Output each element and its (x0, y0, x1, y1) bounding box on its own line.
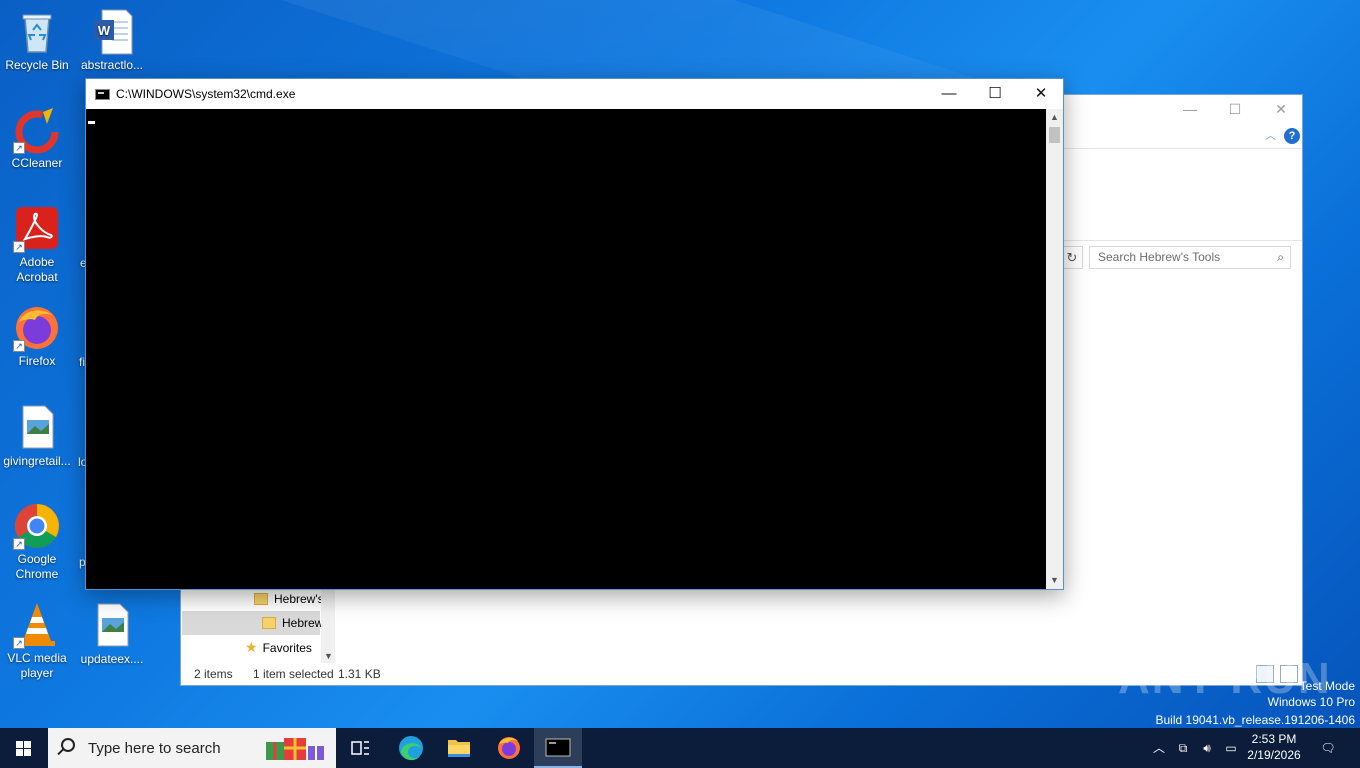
explorer-maximize-button[interactable]: ☐ (1212, 95, 1258, 123)
taskbar-cmd[interactable] (534, 728, 582, 768)
console-icon (95, 89, 110, 100)
desktop-icon-label: Recycle Bin (5, 58, 69, 72)
windows-logo-tile (24, 749, 31, 756)
taskbar-search-box[interactable]: Type here to search (48, 728, 336, 768)
ribbon-collapse-icon[interactable]: ︿ (1265, 127, 1276, 143)
taskbar-edge[interactable] (386, 728, 434, 768)
cmd-scrollbar[interactable]: ▲ ▼ (1046, 109, 1063, 589)
nav-pane-scrollbar[interactable]: ▼ (321, 585, 335, 663)
star-icon: ★ (245, 639, 258, 655)
shortcut-arrow-icon: ↗ (13, 241, 25, 253)
gift-boxes-icon (266, 738, 324, 760)
folder-icon (254, 593, 268, 605)
taskbar-firefox[interactable] (485, 728, 533, 768)
desktop-icon-label: abstractlo... (80, 58, 144, 72)
word-document-icon: W (88, 8, 136, 56)
scroll-thumb[interactable] (1049, 127, 1060, 143)
shortcut-arrow-icon: ↗ (13, 142, 25, 154)
cmd-minimize-button[interactable]: — (926, 79, 972, 109)
desktop-icon-label: Adobe Acrobat (16, 255, 58, 284)
taskbar-file-explorer[interactable] (435, 728, 483, 768)
cmd-title-bar[interactable]: C:\WINDOWS\system32\cmd.exe — ☐ ✕ (86, 79, 1063, 109)
nav-item-label: Hebrew (282, 616, 324, 630)
ccleaner-icon: ↗ (13, 106, 61, 154)
edge-icon (399, 736, 423, 761)
nav-item-hebrew[interactable]: Hebrew (262, 612, 323, 634)
windows-logo-tile (16, 749, 23, 756)
desktop-icon-label: givingretail... (3, 454, 71, 468)
search-placeholder: Search Hebrew's Tools (1098, 250, 1221, 264)
svg-text:W: W (98, 23, 111, 38)
status-item-count: 2 items (194, 667, 233, 681)
recycle-bin-icon (13, 8, 61, 56)
status-size: 1.31 KB (338, 667, 381, 681)
clock-time: 2:53 PM (1251, 732, 1297, 746)
firefox-icon: ↗ (13, 304, 61, 352)
chevron-down-icon[interactable]: ▼ (1046, 572, 1063, 589)
image-file-icon (88, 602, 136, 650)
search-icon (61, 738, 75, 752)
notifications-icon[interactable]: 🗨︎ (1316, 728, 1340, 768)
desktop-icon-recycle-bin[interactable]: Recycle Bin (1, 8, 73, 73)
windows-edition-label: Windows 10 Pro (1267, 695, 1355, 709)
test-mode-label: Test Mode (1299, 679, 1355, 693)
desktop-icon-adobe-acrobat[interactable]: ↗ Adobe Acrobat (1, 205, 73, 285)
desktop-icon-abstractlo[interactable]: W abstractlo... (76, 8, 148, 73)
image-file-icon (13, 404, 61, 452)
taskbar: Type here to search ︿ ⧉ 🔊︎ ▭ 2:53 PM 2/1… (0, 728, 1360, 768)
nav-item-label: Favorites (262, 641, 312, 655)
cmd-maximize-button[interactable]: ☐ (972, 79, 1018, 109)
explorer-close-button[interactable]: ✕ (1258, 95, 1304, 123)
clock-date: 2/19/2026 (1247, 748, 1301, 762)
nav-item-favorites[interactable]: ★ Favorites (245, 636, 312, 658)
explorer-minimize-button[interactable]: — (1167, 95, 1213, 123)
windows-logo-icon (16, 741, 23, 748)
meet-now-icon[interactable]: ⧉ (1172, 728, 1194, 768)
chevron-down-icon[interactable]: ▼ (324, 651, 333, 661)
task-view-icon (351, 741, 369, 755)
shortcut-arrow-icon: ↗ (13, 637, 25, 649)
shortcut-arrow-icon: ↗ (13, 340, 25, 352)
taskbar-search-placeholder: Type here to search (88, 740, 221, 757)
cmd-console-area[interactable] (86, 109, 1047, 589)
text-cursor (88, 121, 95, 124)
task-view-button[interactable] (336, 728, 384, 768)
vlc-icon: ↗ (13, 601, 61, 649)
chevron-up-icon[interactable]: ▲ (1046, 109, 1063, 126)
nav-item-label: Hebrew's (274, 592, 324, 606)
desktop-icon-google-chrome[interactable]: ↗ Google Chrome (1, 502, 73, 582)
explorer-search-input[interactable]: Search Hebrew's Tools ⌕ (1089, 246, 1291, 269)
desktop-icon-updateex[interactable]: updateex.... (76, 602, 148, 667)
status-selection: 1 item selected (253, 667, 334, 681)
desktop-icon-label: Firefox (18, 354, 56, 368)
desktop-icon-label: Google Chrome (15, 552, 59, 581)
console-icon (545, 738, 571, 757)
nav-item-hebrews[interactable]: Hebrew's (254, 588, 324, 610)
cmd-window[interactable]: C:\WINDOWS\system32\cmd.exe — ☐ ✕ ▲ ▼ (85, 78, 1064, 590)
taskbar-clock[interactable]: 2:53 PM 2/19/2026 (1238, 731, 1310, 763)
desktop-icon-ccleaner[interactable]: ↗ CCleaner (1, 106, 73, 171)
start-button[interactable] (0, 728, 48, 768)
windows-logo-tile (24, 741, 31, 748)
shortcut-arrow-icon: ↗ (13, 538, 25, 550)
desktop-icon-label: CCleaner (11, 156, 63, 170)
folder-icon (262, 617, 276, 629)
firefox-icon (498, 737, 520, 759)
desktop-icon-label: updateex.... (80, 652, 144, 666)
desktop-icon-label: VLC media player (7, 651, 67, 680)
search-icon: ⌕ (1277, 250, 1284, 264)
help-icon[interactable]: ? (1284, 128, 1300, 144)
cmd-close-button[interactable]: ✕ (1018, 79, 1064, 109)
desktop-icon-givingretail[interactable]: givingretail... (1, 404, 73, 469)
folder-icon (448, 740, 470, 757)
adobe-acrobat-icon: ↗ (13, 205, 61, 253)
refresh-button[interactable]: ↻ (1061, 246, 1083, 269)
cmd-window-title: C:\WINDOWS\system32\cmd.exe (116, 87, 296, 101)
desktop-icon-vlc[interactable]: ↗ VLC media player (1, 601, 73, 681)
desktop-icon-firefox[interactable]: ↗ Firefox (1, 304, 73, 369)
show-hidden-icons-button[interactable]: ︿ (1150, 728, 1168, 768)
chrome-icon: ↗ (13, 502, 61, 550)
build-label: Build 19041.vb_release.191206-1406 (1155, 713, 1356, 727)
volume-icon[interactable]: 🔊︎ (1196, 728, 1218, 768)
